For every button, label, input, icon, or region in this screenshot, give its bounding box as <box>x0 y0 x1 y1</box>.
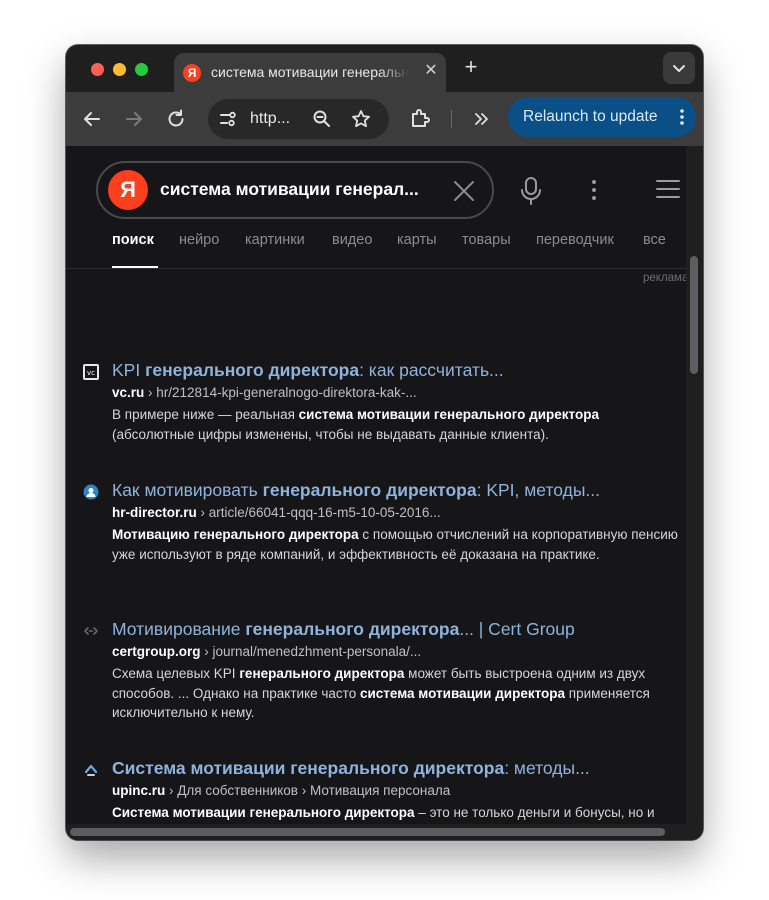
tab-translator[interactable]: переводчик <box>536 232 614 248</box>
vertical-scroll-thumb[interactable] <box>690 256 698 374</box>
snippet-text: (абсолютные цифры изменены, чтобы не выд… <box>112 426 549 442</box>
toolbar-divider <box>451 110 452 128</box>
page-content: Я система мотивации генерал... поиск ней… <box>66 146 703 840</box>
result-snippet: Мотивацию генерального директора с помощ… <box>112 525 684 564</box>
result-url[interactable]: certgroup.org › journal/menedzhment-pers… <box>112 644 421 659</box>
snippet-highlight: генерального директора <box>239 666 405 681</box>
toolbar: http... Relaunch to update <box>66 92 703 146</box>
snippet-text: В примере ниже — реальная <box>112 407 299 422</box>
horizontal-scroll-thumb[interactable] <box>70 828 665 836</box>
horizontal-scrollbar[interactable] <box>66 824 686 840</box>
tab-search-button[interactable] <box>663 52 695 84</box>
close-tab-icon[interactable]: ✕ <box>421 61 441 81</box>
svg-text:vc: vc <box>87 369 95 377</box>
tab-neuro[interactable]: нейро <box>179 232 219 248</box>
yandex-logo[interactable]: Я <box>108 170 148 210</box>
reload-icon[interactable] <box>164 107 188 131</box>
relaunch-button[interactable]: Relaunch to update <box>508 97 696 137</box>
title-bar: Я система мотивации генеральног ✕ + <box>66 45 703 92</box>
snippet-highlight: Система мотивации генерального директора <box>112 805 415 820</box>
browser-window: Я система мотивации генеральног ✕ + http… <box>66 45 703 840</box>
tab-all[interactable]: все <box>643 232 666 248</box>
bookmark-star-icon[interactable] <box>351 109 371 129</box>
snippet-highlight: система мотивации генерального директора <box>298 407 599 422</box>
tab-maps[interactable]: карты <box>397 232 437 248</box>
search-input[interactable]: Я система мотивации генерал... <box>96 161 494 219</box>
clear-search-icon[interactable] <box>450 177 478 205</box>
browser-tab[interactable]: Я система мотивации генеральног ✕ <box>174 53 446 92</box>
snippet-highlight: система мотивации директора <box>359 685 566 701</box>
hamburger-menu-icon[interactable] <box>655 178 681 200</box>
microphone-icon[interactable] <box>518 176 544 206</box>
divider <box>66 268 686 269</box>
result-url[interactable]: vc.ru › hr/212814-kpi-generalnogo-direkt… <box>112 385 417 400</box>
result-url[interactable]: upinc.ru › Для собственников › Мотивация… <box>112 783 450 798</box>
result-snippet: В примере ниже — реальная система мотива… <box>112 405 684 444</box>
snippet-text: Схема целевых KPI <box>112 666 240 681</box>
ad-label: реклама <box>643 272 689 284</box>
search-query: система мотивации генерал... <box>160 179 419 199</box>
kebab-menu-icon[interactable] <box>680 108 684 126</box>
more-tools-chevron-icon[interactable] <box>470 107 494 131</box>
result-title-link[interactable]: Как мотивировать генерального директора:… <box>112 480 672 501</box>
minimize-window-button[interactable] <box>113 63 126 76</box>
close-window-button[interactable] <box>91 63 104 76</box>
tab-search[interactable]: поиск <box>112 232 154 248</box>
upinc-icon <box>84 764 98 776</box>
result-title-link[interactable]: Система мотивации генерального директора… <box>112 758 672 779</box>
tab-images[interactable]: картинки <box>245 232 305 248</box>
address-bar[interactable]: http... <box>208 99 389 139</box>
result-snippet: Схема целевых KPI генерального директора… <box>112 664 684 723</box>
hr-director-icon <box>83 484 99 500</box>
snippet-highlight: Мотивацию генерального директора <box>112 527 359 542</box>
extensions-icon[interactable] <box>408 107 432 131</box>
tab-title: система мотивации генеральног <box>211 64 409 80</box>
back-icon[interactable] <box>80 107 104 131</box>
yandex-favicon-icon: Я <box>183 64 201 82</box>
site-info-icon[interactable] <box>218 109 238 129</box>
address-text: http... <box>250 110 291 127</box>
chevron-down-icon <box>673 65 685 72</box>
new-tab-button[interactable]: + <box>459 56 483 80</box>
maximize-window-button[interactable] <box>135 63 148 76</box>
certgroup-icon <box>84 627 98 635</box>
zoom-icon[interactable] <box>312 109 332 129</box>
result-title-link[interactable]: KPI генерального директора: как рассчита… <box>112 360 672 381</box>
result-url[interactable]: hr-director.ru › article/66041-qqq-16-m5… <box>112 505 441 520</box>
more-options-icon[interactable] <box>584 176 604 204</box>
result-title-link[interactable]: Мотивирование генерального директора... … <box>112 619 672 640</box>
tab-products[interactable]: товары <box>462 232 511 248</box>
vc-ru-icon: vc <box>83 364 99 380</box>
vertical-scrollbar[interactable] <box>686 146 703 840</box>
tab-video[interactable]: видео <box>332 232 372 248</box>
forward-icon[interactable] <box>122 107 146 131</box>
relaunch-label: Relaunch to update <box>523 108 658 125</box>
